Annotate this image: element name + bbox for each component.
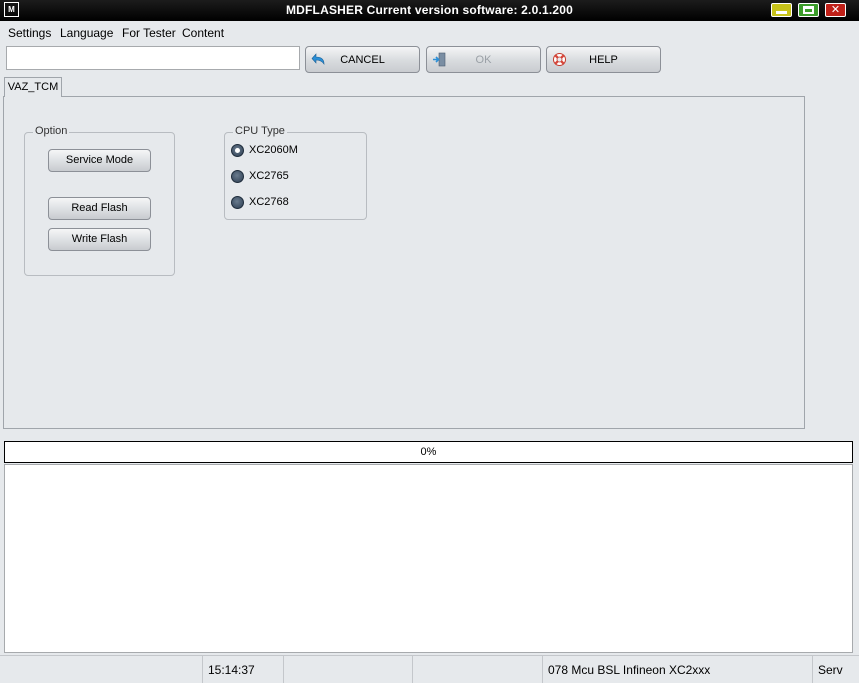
menu-language[interactable]: Language [60,26,113,40]
title-bar[interactable]: M MDFLASHER Current version software: 2.… [0,0,859,21]
status-cell-1 [0,656,202,683]
ok-button[interactable]: OK [426,46,541,73]
status-service: Serv [812,656,859,683]
status-mcu-info: 078 Mcu BSL Infineon XC2xxx [542,656,812,683]
cpu-option-label: XC2768 [249,196,289,208]
menu-content[interactable]: Content [182,26,224,40]
menu-for-tester[interactable]: For Tester [122,26,176,40]
menu-bar: Settings Language For Tester Content [0,22,859,42]
device-input[interactable] [6,46,300,70]
progress-text: 0% [420,446,437,458]
status-time: 15:14:37 [202,656,283,683]
close-icon: ✕ [830,4,841,16]
log-output[interactable] [4,464,853,653]
minimize-icon [776,11,787,14]
menu-settings[interactable]: Settings [8,26,51,40]
service-mode-button[interactable]: Service Mode [48,149,151,172]
cpu-option-label: XC2060M [249,144,298,156]
close-button[interactable]: ✕ [825,3,846,17]
status-bar: 15:14:37 078 Mcu BSL Infineon XC2xxx Ser… [0,655,859,683]
radio-button[interactable] [231,170,244,183]
app-window: M MDFLASHER Current version software: 2.… [0,0,859,683]
tab-vaz-tcm[interactable]: VAZ_TCM [4,77,62,97]
maximize-button[interactable] [798,3,819,17]
maximize-icon [803,6,814,14]
ok-label: OK [475,54,492,66]
cancel-label: CANCEL [340,54,385,66]
minimize-button[interactable] [771,3,792,17]
help-label: HELP [589,54,618,66]
read-flash-button[interactable]: Read Flash [48,197,151,220]
radio-button-checked[interactable] [231,144,244,157]
status-cell-3 [283,656,412,683]
cancel-button[interactable]: CANCEL [305,46,420,73]
progress-bar: 0% [4,441,853,463]
help-button[interactable]: HELP [546,46,661,73]
status-cell-4 [412,656,542,683]
write-flash-button[interactable]: Write Flash [48,228,151,251]
option-group-title: Option [33,125,70,137]
cpu-option-label: XC2765 [249,170,289,182]
radio-button[interactable] [231,196,244,209]
cpu-type-group-title: CPU Type [233,125,287,137]
window-title: MDFLASHER Current version software: 2.0.… [285,3,574,17]
